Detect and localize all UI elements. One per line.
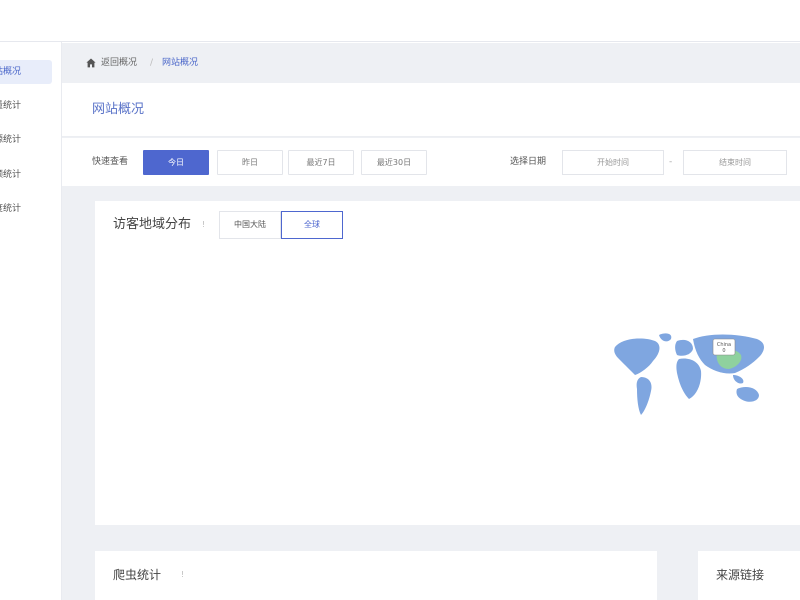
page-title-bar: 网站概况 [62,83,800,137]
sidebar: 站概况 量统计 源统计 频统计 度统计 [0,42,62,600]
map-australia [736,387,759,402]
top-header-bar [0,0,800,42]
sidebar-item-depth-stats[interactable]: 度统计 [0,197,52,221]
crawler-stats-title: 爬虫统计 [113,568,162,582]
date-range-separator: - [669,157,673,167]
map-greenland [659,333,672,342]
crawler-stats-card: 爬虫统计 ! [95,551,657,600]
home-icon [86,58,96,68]
sidebar-item-frequency-stats[interactable]: 频统计 [0,163,52,187]
region-mainland-china-button[interactable]: 中国大陆 [219,211,281,239]
today-button[interactable]: 今日 [143,150,209,175]
map-north-america [614,338,660,375]
yesterday-button[interactable]: 昨日 [217,150,283,175]
breadcrumb-separator: / [150,58,154,68]
info-icon: ! [181,570,185,579]
source-links-card: 来源链接 [698,551,800,600]
page-title: 网站概况 [92,102,145,117]
breadcrumb-current: 网站概况 [162,58,199,68]
region-global-button[interactable]: 全球 [281,211,343,239]
source-links-title: 来源链接 [716,568,765,582]
visitor-region-card: 访客地域分布 ! 中国大陆 全球 China 0 [95,201,800,525]
map-europe [675,339,693,356]
visitor-region-title: 访客地域分布 [113,217,192,232]
filter-bar: 快速查看 今日 昨日 最近7日 最近30日 选择日期 开始时间 - 结束时间 [62,138,800,186]
map-south-america [636,377,652,415]
main-content: 返回概况 / 网站概况 网站概况 快速查看 今日 昨日 最近7日 最近30日 选… [62,43,800,600]
world-map[interactable]: China 0 [605,329,775,421]
select-date-label: 选择日期 [510,157,547,167]
last-30-days-button[interactable]: 最近30日 [361,150,427,175]
breadcrumb-back-link[interactable]: 返回概况 [101,43,137,83]
quick-view-label: 快速查看 [92,157,129,167]
start-date-input[interactable]: 开始时间 [562,150,664,175]
sidebar-item-source-stats[interactable]: 源统计 [0,128,52,152]
last-7-days-button[interactable]: 最近7日 [288,150,354,175]
breadcrumb: 返回概况 / 网站概况 [62,43,800,83]
sidebar-item-site-overview[interactable]: 站概况 [0,60,52,84]
sidebar-item-traffic-stats[interactable]: 量统计 [0,94,52,118]
end-date-input[interactable]: 结束时间 [683,150,787,175]
info-icon: ! [202,220,206,229]
map-africa [676,358,702,399]
map-tooltip-value: 0 [722,348,725,354]
map-southeast-asia [733,375,744,384]
